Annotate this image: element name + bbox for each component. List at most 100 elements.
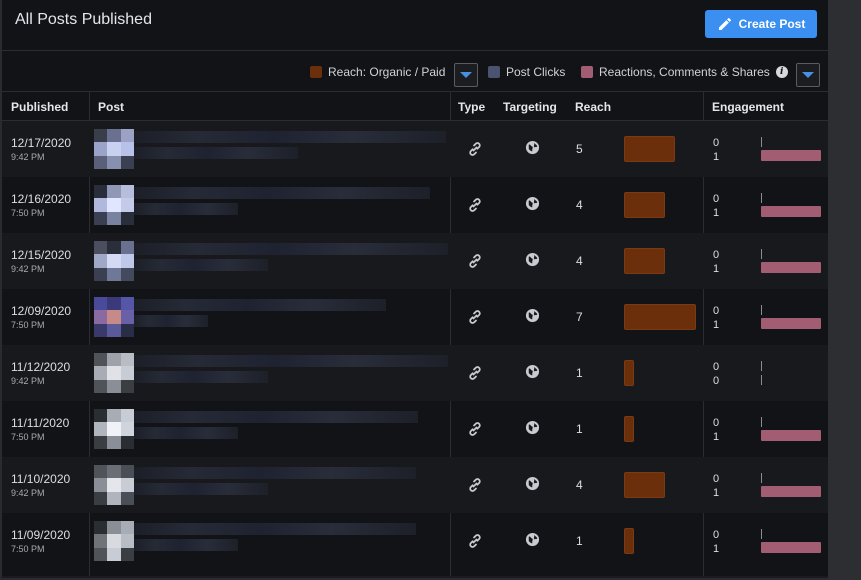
create-post-button[interactable]: Create Post: [705, 10, 817, 38]
panel-header: All Posts Published Create Post: [2, 0, 828, 51]
col-type[interactable]: Type: [458, 100, 485, 114]
table-row[interactable]: 12/09/2020 7:50 PM 7 0 1: [2, 289, 828, 345]
post-clicks-value: 0: [713, 361, 720, 373]
post-clicks-value: 0: [713, 305, 720, 317]
col-reach[interactable]: Reach: [575, 100, 611, 114]
col-engagement[interactable]: Engagement: [712, 100, 784, 114]
table-row[interactable]: 12/17/2020 9:42 PM 5 0 1: [2, 121, 828, 177]
post-text-redacted[interactable]: [134, 187, 430, 199]
post-text-redacted[interactable]: [134, 131, 446, 143]
post-text-redacted[interactable]: [134, 539, 238, 551]
reach-bar[interactable]: [624, 472, 665, 498]
reactions-bar[interactable]: [761, 375, 762, 385]
reactions-bar[interactable]: [761, 262, 821, 273]
reach-swatch: [310, 66, 322, 78]
link-icon: [467, 309, 483, 325]
post-text-redacted[interactable]: [134, 427, 238, 439]
reactions-value: 1: [713, 487, 720, 499]
reactions-bar[interactable]: [761, 486, 821, 497]
reach-bar[interactable]: [624, 304, 696, 330]
page-background-strip: [828, 0, 861, 580]
post-text-redacted[interactable]: [134, 411, 418, 423]
post-text-redacted[interactable]: [134, 259, 268, 271]
post-text-redacted[interactable]: [134, 523, 416, 535]
reach-metric-dropdown[interactable]: [454, 63, 478, 87]
link-icon: [467, 141, 483, 157]
reach-bar[interactable]: [624, 416, 634, 442]
post-clicks-value: 0: [713, 193, 720, 205]
post-text-redacted[interactable]: [134, 203, 238, 215]
post-thumbnail[interactable]: [94, 129, 134, 169]
chevron-down-icon: [802, 72, 814, 78]
clicks-swatch: [488, 66, 500, 78]
engagement-metric-dropdown[interactable]: [796, 63, 820, 87]
published-time: 7:50 PM: [11, 544, 45, 554]
chevron-down-icon: [460, 72, 472, 78]
post-clicks-value: 0: [713, 249, 720, 261]
post-clicks-bar[interactable]: [761, 249, 762, 259]
post-thumbnail[interactable]: [94, 241, 134, 281]
col-published[interactable]: Published: [11, 100, 68, 114]
table-row[interactable]: 12/16/2020 7:50 PM 4 0 1: [2, 177, 828, 233]
post-text-redacted[interactable]: [134, 315, 208, 327]
page-title: All Posts Published: [15, 11, 152, 28]
post-thumbnail[interactable]: [94, 353, 134, 393]
table-row[interactable]: 11/12/2020 9:42 PM 1 0 0: [2, 345, 828, 401]
post-thumbnail[interactable]: [94, 521, 134, 561]
reach-bar[interactable]: [624, 248, 665, 274]
post-clicks-bar[interactable]: [761, 361, 762, 371]
legend-reactions: Reactions, Comments & Shares i: [581, 65, 788, 79]
post-clicks-bar[interactable]: [761, 193, 762, 203]
post-text-redacted[interactable]: [134, 371, 268, 383]
reach-bar[interactable]: [624, 136, 675, 162]
published-date: 12/16/2020: [11, 192, 72, 206]
reach-bar[interactable]: [624, 192, 665, 218]
post-clicks-bar[interactable]: [761, 305, 762, 315]
post-clicks-value: 0: [713, 529, 720, 541]
reactions-bar[interactable]: [761, 318, 821, 329]
reach-value: 7: [576, 310, 583, 324]
post-text-redacted[interactable]: [134, 243, 448, 255]
reach-bar[interactable]: [624, 360, 634, 386]
reactions-bar[interactable]: [761, 206, 821, 217]
link-icon: [467, 477, 483, 493]
reactions-bar[interactable]: [761, 150, 821, 161]
post-thumbnail[interactable]: [94, 465, 134, 505]
posts-panel: All Posts Published Create Post Reach: O…: [2, 0, 828, 578]
post-thumbnail[interactable]: [94, 409, 134, 449]
published-time: 7:50 PM: [11, 208, 45, 218]
post-thumbnail[interactable]: [94, 297, 134, 337]
table-row[interactable]: 11/10/2020 9:42 PM 4 0 1: [2, 457, 828, 513]
post-clicks-bar[interactable]: [761, 473, 762, 483]
table-header: Published Post Type Targeting Reach Enga…: [2, 92, 828, 121]
post-clicks-bar[interactable]: [761, 529, 762, 539]
table-footer-edge: [2, 576, 828, 578]
link-icon: [467, 421, 483, 437]
info-icon[interactable]: i: [775, 66, 788, 78]
post-text-redacted[interactable]: [134, 355, 448, 367]
post-clicks-bar[interactable]: [761, 417, 762, 427]
col-targeting[interactable]: Targeting: [503, 100, 557, 114]
reactions-value: 1: [713, 431, 720, 443]
reach-value: 4: [576, 478, 583, 492]
post-thumbnail[interactable]: [94, 185, 134, 225]
post-text-redacted[interactable]: [134, 467, 416, 479]
post-clicks-bar[interactable]: [761, 137, 762, 147]
link-icon: [467, 533, 483, 549]
reach-bar[interactable]: [624, 528, 634, 554]
reactions-value: 1: [713, 151, 720, 163]
published-time: 7:50 PM: [11, 432, 45, 442]
table-row[interactable]: 12/15/2020 9:42 PM 4 0 1: [2, 233, 828, 289]
create-post-label: Create Post: [738, 17, 806, 31]
post-text-redacted[interactable]: [134, 147, 298, 159]
table-row[interactable]: 11/09/2020 7:50 PM 1 0 1: [2, 513, 828, 569]
reach-value: 1: [576, 534, 583, 548]
published-date: 11/12/2020: [11, 360, 71, 374]
post-text-redacted[interactable]: [134, 483, 268, 495]
post-text-redacted[interactable]: [134, 299, 386, 311]
reactions-bar[interactable]: [761, 542, 821, 553]
reactions-bar[interactable]: [761, 430, 821, 441]
table-row[interactable]: 11/11/2020 7:50 PM 1 0 1: [2, 401, 828, 457]
globe-icon: [525, 532, 541, 548]
col-post[interactable]: Post: [98, 100, 124, 114]
